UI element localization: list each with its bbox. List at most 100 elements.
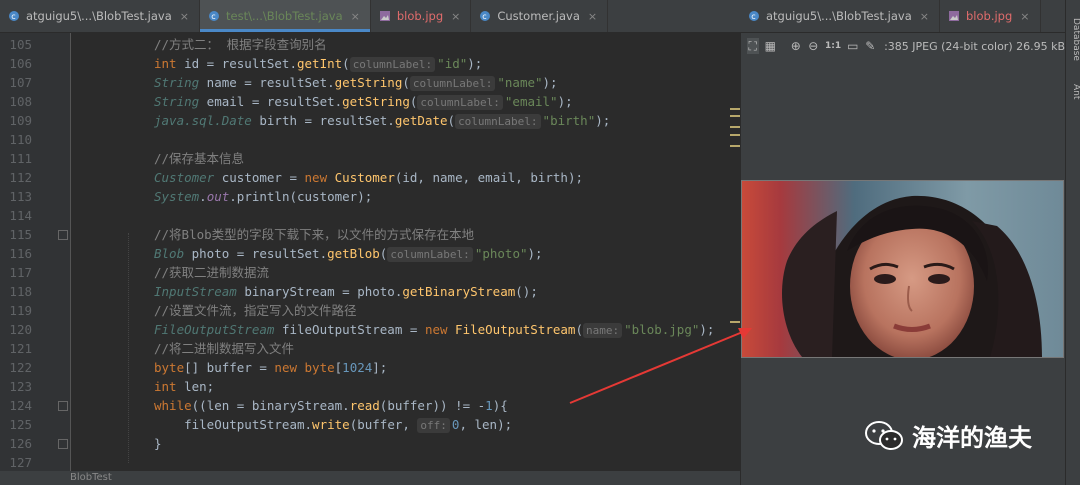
right-tab[interactable]: c atguigu5\...\BlobTest.java ×: [740, 0, 940, 32]
viewer-toolbar: ⛶ ▦ ⊕ ⊖ 1:1 ▭ ✎ :385 JPEG (24-bit color)…: [741, 33, 1065, 59]
line-number: 111: [9, 151, 32, 166]
image-file-icon: [379, 10, 391, 22]
code-line[interactable]: 117 //获取二进制数据流: [0, 263, 740, 282]
java-class-icon: c: [8, 10, 20, 22]
code-text: InputStream binaryStream = photo.getBina…: [154, 284, 538, 299]
code-line[interactable]: 115 //将Blob类型的字段下载下来，以文件的方式保存在本地: [0, 225, 740, 244]
code-text: //将Blob类型的字段下载下来，以文件的方式保存在本地: [154, 227, 475, 242]
portrait-image: [742, 181, 1063, 357]
code-text: int len;: [154, 379, 215, 394]
code-line[interactable]: 126}: [0, 434, 740, 453]
code-line[interactable]: 113 System.out.println(customer);: [0, 187, 740, 206]
line-number: 116: [9, 246, 32, 261]
code-line[interactable]: 119 //设置文件流，指定写入的文件路径: [0, 301, 740, 320]
tab-label: atguigu5\...\BlobTest.java: [766, 9, 912, 23]
code-text: Blob photo = resultSet.getBlob(columnLab…: [154, 246, 543, 262]
code-text: //将二进制数据写入文件: [154, 341, 295, 356]
java-class-icon: c: [748, 10, 760, 22]
image-info: :385 JPEG (24-bit color) 26.95 kB: [884, 39, 1066, 53]
svg-text:c: c: [751, 12, 755, 21]
close-icon[interactable]: ×: [451, 10, 460, 23]
image-file-icon: [948, 10, 960, 22]
code-line[interactable]: 118 InputStream binaryStream = photo.getB…: [0, 282, 740, 301]
code-text: fileOutputStream.write(buffer, off: 0, le…: [154, 417, 513, 433]
tool-window-sidebar: Database Ant: [1065, 0, 1080, 485]
left-tab[interactable]: c Customer.java ×: [471, 0, 609, 32]
left-tab[interactable]: c test\...\BlobTest.java ×: [200, 0, 371, 32]
line-number: 112: [9, 170, 32, 185]
code-text: while((len = binaryStream.read(buffer)) …: [154, 398, 508, 413]
zoom-out-icon[interactable]: ⊖: [808, 38, 820, 54]
fit-icon[interactable]: ⛶: [747, 38, 759, 54]
fold-marker-icon[interactable]: [58, 401, 68, 411]
code-line[interactable]: 107 String name = resultSet.getString(col…: [0, 73, 740, 92]
color-picker-icon[interactable]: ✎: [865, 38, 877, 54]
line-number: 113: [9, 189, 32, 204]
actual-size-icon[interactable]: 1:1: [825, 38, 841, 54]
code-line[interactable]: 111 //保存基本信息: [0, 149, 740, 168]
line-number: 125: [9, 417, 32, 432]
java-class-icon: c: [208, 10, 220, 22]
code-editor[interactable]: 105 //方式二： 根据字段查询别名 106 int id = resultSet.…: [0, 33, 740, 471]
code-line[interactable]: 125 fileOutputStream.write(buffer, off: 0…: [0, 415, 740, 434]
ant-tool-tab[interactable]: Ant: [1066, 84, 1080, 99]
line-number: 127: [9, 455, 32, 470]
code-text: }: [154, 436, 162, 451]
zoom-in-icon[interactable]: ⊕: [790, 38, 802, 54]
line-number: 119: [9, 303, 32, 318]
code-line[interactable]: 127: [0, 453, 740, 472]
viewer-tab-bar: c atguigu5\...\BlobTest.java × blob.jpg ×: [740, 0, 1065, 33]
editor-status-bar: BlobTest: [0, 471, 740, 485]
image-preview: [741, 180, 1064, 358]
code-line[interactable]: 114: [0, 206, 740, 225]
code-line[interactable]: 124 while((len = binaryStream.read(buffer…: [0, 396, 740, 415]
left-tab[interactable]: blob.jpg ×: [371, 0, 472, 32]
code-line[interactable]: 121 //将二进制数据写入文件: [0, 339, 740, 358]
watermark: 海洋的渔夫: [864, 418, 1032, 453]
code-line[interactable]: 106 int id = resultSet.getInt(columnLabel…: [0, 54, 740, 73]
code-line[interactable]: 123 int len;: [0, 377, 740, 396]
code-line[interactable]: 122 byte[] buffer = new byte[1024];: [0, 358, 740, 377]
svg-text:c: c: [483, 12, 487, 21]
code-text: //方式二： 根据字段查询别名: [154, 37, 327, 52]
line-number: 114: [9, 208, 32, 223]
code-text: //设置文件流，指定写入的文件路径: [154, 303, 357, 318]
background-icon[interactable]: ▭: [847, 38, 859, 54]
close-icon[interactable]: ×: [920, 10, 929, 23]
line-number: 122: [9, 360, 32, 375]
line-number: 118: [9, 284, 32, 299]
fold-marker-icon[interactable]: [58, 439, 68, 449]
code-line[interactable]: 105 //方式二： 根据字段查询别名: [0, 35, 740, 54]
tab-label: blob.jpg: [396, 9, 444, 23]
line-number: 120: [9, 322, 32, 337]
close-icon[interactable]: ×: [1020, 10, 1029, 23]
tab-label: test\...\BlobTest.java: [226, 9, 343, 23]
line-number: 123: [9, 379, 32, 394]
line-number: 110: [9, 132, 32, 147]
svg-text:c: c: [11, 12, 15, 21]
code-line[interactable]: 116 Blob photo = resultSet.getBlob(column…: [0, 244, 740, 263]
code-line[interactable]: 112 Customer customer = new Customer(id, …: [0, 168, 740, 187]
close-icon[interactable]: ×: [588, 10, 597, 23]
code-line[interactable]: 110: [0, 130, 740, 149]
code-line[interactable]: 120 FileOutputStream fileOutputStream = n…: [0, 320, 740, 339]
code-text: byte[] buffer = new byte[1024];: [154, 360, 388, 375]
line-number: 124: [9, 398, 32, 413]
line-number: 117: [9, 265, 32, 280]
close-icon[interactable]: ×: [351, 10, 360, 23]
database-tool-tab[interactable]: Database: [1066, 18, 1080, 61]
code-line[interactable]: 108 String email = resultSet.getString(co…: [0, 92, 740, 111]
fold-marker-icon[interactable]: [58, 230, 68, 240]
code-text: int id = resultSet.getInt(columnLabel: "i…: [154, 56, 483, 72]
left-tab[interactable]: c atguigu5\...\BlobTest.java ×: [0, 0, 200, 32]
right-tab[interactable]: blob.jpg ×: [940, 0, 1041, 32]
svg-text:c: c: [211, 12, 215, 21]
grid-icon[interactable]: ▦: [765, 38, 777, 54]
line-number: 115: [9, 227, 32, 242]
line-number: 106: [9, 56, 32, 71]
close-icon[interactable]: ×: [180, 10, 189, 23]
code-line[interactable]: 109 java.sql.Date birth = resultSet.getDa…: [0, 111, 740, 130]
tab-label: blob.jpg: [966, 9, 1013, 23]
code-text: String name = resultSet.getString(column…: [154, 75, 558, 91]
java-class-icon: c: [479, 10, 491, 22]
